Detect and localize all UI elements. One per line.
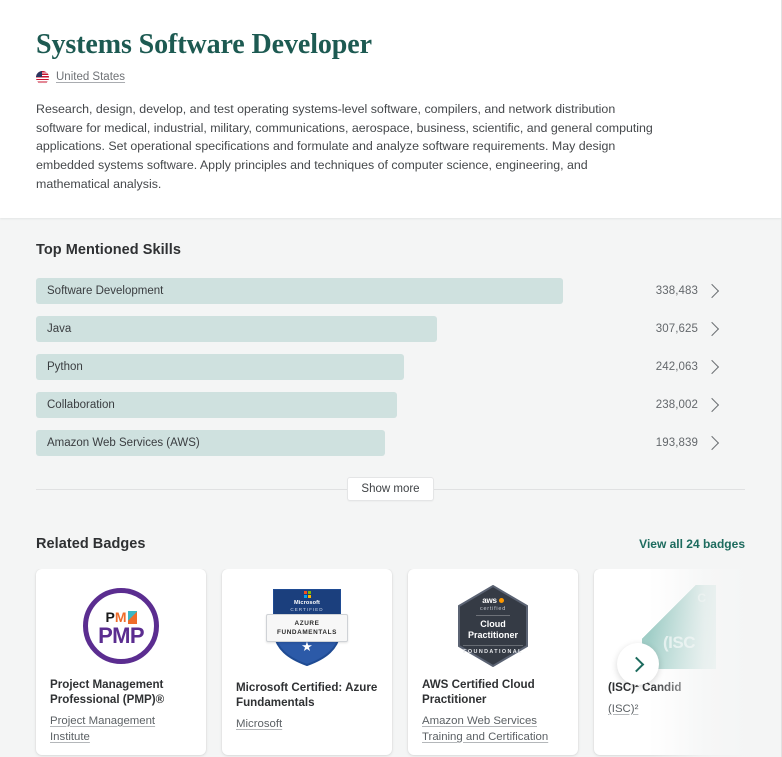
show-more-container: Show more (36, 476, 745, 502)
us-flag-icon (36, 70, 49, 84)
skill-count: 307,625 (655, 323, 698, 336)
skill-row[interactable]: Java 307,625 (36, 316, 745, 343)
skill-name: Java (47, 323, 72, 336)
microsoft-squares-icon (303, 591, 311, 599)
badges-track: P M PMP Project Management Professional … (36, 569, 781, 756)
job-profile-page: Systems Software Developer United States… (0, 0, 782, 757)
view-all-badges-link[interactable]: View all 24 badges (639, 537, 745, 551)
skill-meta: 338,483 (601, 283, 745, 299)
badge-issuer-link[interactable]: Project Management Institute (50, 713, 192, 745)
skill-meta: 193,839 (601, 435, 745, 451)
badge-card-azure-fundamentals[interactable]: Microsoft CERTIFIED AZURE FUNDAMENTALS ★… (222, 569, 392, 756)
badge-issuer-link[interactable]: Amazon Web Services Training and Certifi… (422, 713, 564, 745)
skill-row[interactable]: Software Development 338,483 (36, 278, 745, 305)
skill-bar-wrap: Collaboration (36, 392, 601, 419)
aws-cloud-practitioner-badge-icon: aws certified Cloud Practitioner FOUNDAT… (422, 583, 564, 668)
aws-cert-name-line-2: Practitioner (467, 630, 518, 640)
skill-count: 338,483 (655, 285, 698, 298)
pmp-logo-text: PMP (98, 622, 144, 648)
skill-bar: Java (36, 316, 437, 343)
shield-line-1: AZURE (294, 620, 320, 628)
page-header: Systems Software Developer United States… (0, 0, 781, 219)
badge-issuer-link[interactable]: (ISC)² (608, 701, 750, 717)
badge-card-pmp[interactable]: P M PMP Project Management Professional … (36, 569, 206, 756)
shield-line-2: FUNDAMENTALS (277, 629, 337, 637)
job-description: Research, design, develop, and test oper… (36, 101, 653, 192)
skill-name: Amazon Web Services (AWS) (47, 437, 200, 450)
aws-smile-icon (498, 598, 504, 603)
microsoft-azure-fundamentals-badge-icon: Microsoft CERTIFIED AZURE FUNDAMENTALS ★ (236, 583, 378, 671)
page-title: Systems Software Developer (36, 29, 372, 60)
skill-count: 193,839 (655, 437, 698, 450)
pmp-logo-p: P (105, 608, 115, 625)
microsoft-logo-block: Microsoft CERTIFIED (270, 591, 344, 612)
skill-name: Software Development (47, 285, 164, 298)
skill-bar: Python (36, 354, 404, 381)
shield-sub: CERTIFIED (290, 607, 324, 613)
chevron-right-icon (628, 656, 645, 672)
skill-row[interactable]: Collaboration 238,002 (36, 392, 745, 419)
isc2-corner-mark: C (697, 591, 706, 606)
badge-title: AWS Certified Cloud Practitioner (422, 677, 535, 706)
badge-card-aws-cloud-practitioner[interactable]: aws certified Cloud Practitioner FOUNDAT… (408, 569, 578, 756)
star-icon: ★ (301, 639, 313, 655)
skill-meta: 238,002 (601, 397, 745, 413)
aws-wordmark: aws (482, 596, 497, 605)
location-row[interactable]: United States (36, 70, 745, 84)
carousel-next-button[interactable] (617, 643, 659, 686)
aws-level-label: FOUNDATIONAL (463, 645, 523, 655)
skill-meta: 242,063 (601, 359, 745, 375)
related-badges-section: Related Badges View all 24 badges P M PM (0, 502, 781, 757)
skill-bar-wrap: Python (36, 354, 601, 381)
skill-meta: 307,625 (601, 321, 745, 337)
aws-cert-name-line-1: Cloud (480, 619, 506, 629)
pmp-badge-icon: P M PMP (50, 583, 192, 668)
chevron-right-icon[interactable] (704, 359, 720, 375)
chevron-right-icon[interactable] (704, 397, 720, 413)
skill-bar: Software Development (36, 278, 563, 305)
shield-ribbon: AZURE FUNDAMENTALS (266, 614, 348, 643)
skill-name: Collaboration (47, 399, 115, 412)
skill-bar-wrap: Software Development (36, 278, 601, 305)
pmp-logo-m: M (114, 608, 127, 625)
skill-row[interactable]: Python 242,063 (36, 354, 745, 381)
badges-section-title: Related Badges (36, 536, 146, 553)
divider (476, 615, 510, 616)
badges-carousel: P M PMP Project Management Professional … (0, 569, 781, 757)
chevron-right-icon[interactable] (704, 321, 720, 337)
skills-section-title: Top Mentioned Skills (36, 242, 181, 259)
chevron-right-icon[interactable] (704, 435, 720, 451)
badge-title: Microsoft Certified: Azure Fundamentals (236, 681, 378, 709)
top-mentioned-skills-section: Top Mentioned Skills Software Developmen… (0, 218, 781, 457)
shield-brand: Microsoft (293, 600, 321, 607)
skill-bar: Collaboration (36, 392, 397, 419)
skill-bar: Amazon Web Services (AWS) (36, 430, 385, 457)
badge-issuer-link[interactable]: Microsoft (236, 716, 378, 732)
badge-title: Project Management Professional (PMP)® (50, 677, 165, 706)
show-more-button[interactable]: Show more (347, 477, 434, 502)
pmp-logo-swoosh (127, 610, 137, 624)
skill-count: 238,002 (655, 399, 698, 412)
skill-row[interactable]: Amazon Web Services (AWS) 193,839 (36, 430, 745, 457)
badges-header: Related Badges View all 24 badges (0, 536, 781, 552)
chevron-right-icon[interactable] (704, 283, 720, 299)
skill-bar-wrap: Java (36, 316, 601, 343)
skill-name: Python (47, 361, 83, 374)
location-label[interactable]: United States (56, 71, 125, 83)
aws-certified-label: certified (479, 606, 507, 612)
isc2-wordmark: (ISC (663, 633, 696, 653)
skill-bar-wrap: Amazon Web Services (AWS) (36, 430, 601, 457)
skill-count: 242,063 (655, 361, 698, 374)
